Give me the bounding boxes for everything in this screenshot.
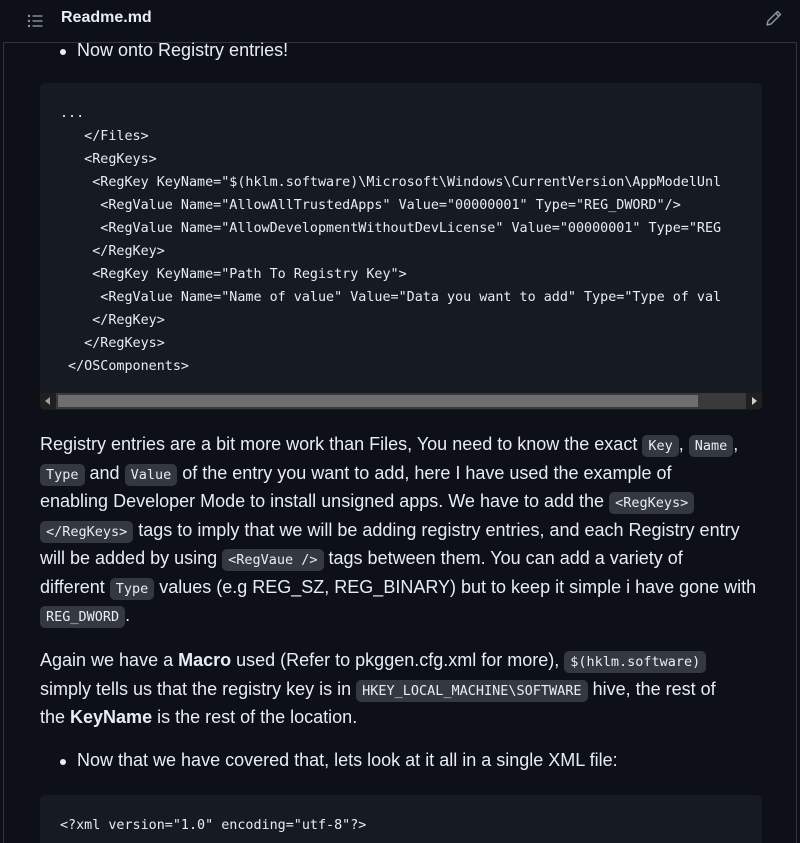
list-icon[interactable] [25, 11, 45, 31]
code-line: </RegKey> [60, 313, 165, 328]
file-title: Readme.md [61, 9, 152, 26]
inline-code: <RegKeys> [609, 492, 695, 514]
inline-code: HKEY_LOCAL_MACHINE\SOFTWARE [356, 679, 588, 702]
code-block-regkeys[interactable]: ... </Files> <RegKeys> <RegKey KeyName="… [40, 83, 762, 410]
frame-border-right [796, 0, 797, 843]
bullet-dot [60, 759, 66, 765]
paragraph-macro: Again we have a Macro used (Refer to pkg… [40, 650, 716, 727]
paragraph-registry-entries: Registry entries are a bit more work tha… [40, 430, 762, 630]
bullet-text: Now that we have covered that, lets look… [77, 750, 618, 770]
inline-code: Name [688, 435, 734, 457]
inline-code: Type [40, 463, 85, 486]
file-header: Readme.md [3, 0, 797, 43]
code-block-xml[interactable]: <?xml version="1.0" encoding="utf-8"?> [40, 795, 762, 843]
inline-code: REG_DWORD [40, 606, 126, 628]
code-line: <RegKey KeyName="Path To Registry Key"> [60, 267, 407, 282]
code-content: ... </Files> <RegKeys> <RegKey KeyName="… [40, 83, 762, 378]
pencil-icon[interactable] [763, 7, 785, 29]
frame-border-left [3, 0, 4, 843]
code-line: </OSComponents> [60, 359, 189, 374]
code-line: <RegKeys> [60, 152, 157, 167]
code-line: <RegKey KeyName="$(hklm.software)\Micros… [60, 175, 722, 190]
bullet-dot [60, 49, 66, 55]
horizontal-scrollbar[interactable] [40, 393, 762, 409]
inline-code: $(hklm.software) [564, 651, 707, 673]
readme-viewer: Readme.md Now onto Registry entries! ...… [0, 0, 800, 843]
list-item: Now that we have covered that, lets look… [40, 748, 762, 776]
code-line: ... [60, 106, 85, 121]
code-line: <?xml version="1.0" encoding="utf-8"?> [60, 818, 367, 833]
inline-code: Key [642, 435, 679, 457]
code-line: </Files> [60, 129, 149, 144]
code-line: <RegValue Name="Name of value" Value="Da… [60, 290, 722, 305]
code-line: <RegValue Name="AllowAllTrustedApps" Val… [60, 198, 681, 213]
scroll-left-arrow-icon[interactable] [40, 393, 56, 409]
inline-code: </RegKeys> [40, 520, 134, 543]
scrollbar-thumb[interactable] [58, 395, 698, 407]
list-item: Now onto Registry entries! [40, 38, 762, 66]
inline-code: Value [124, 463, 178, 486]
code-line: <RegValue Name="AllowDevelopmentWithoutD… [60, 221, 722, 236]
code-content: <?xml version="1.0" encoding="utf-8"?> [40, 795, 762, 837]
scroll-right-arrow-icon[interactable] [746, 393, 762, 409]
inline-code: Type [109, 577, 155, 600]
inline-code: <RegVaue /> [222, 549, 324, 571]
code-line: </RegKey> [60, 244, 165, 259]
code-line: </RegKeys> [60, 336, 165, 351]
bullet-text: Now onto Registry entries! [77, 40, 289, 60]
